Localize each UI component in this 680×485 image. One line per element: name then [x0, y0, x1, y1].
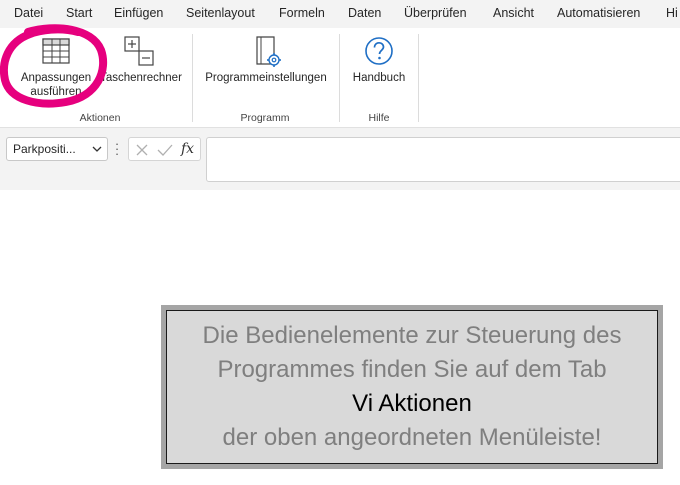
programmeinstellungen-button[interactable]: Programmeinstellungen [198, 34, 334, 94]
menu-formeln[interactable]: Formeln [279, 6, 325, 20]
name-box-value: Parkpositi... [13, 142, 76, 156]
group-separator [339, 34, 340, 122]
message-line-3: Vi Aktionen [352, 390, 472, 417]
help-question-icon [365, 37, 393, 65]
settings-document-icon [256, 36, 281, 67]
message-line-4: der oben angeordneten Menüleiste! [222, 424, 602, 451]
menu-start[interactable]: Start [66, 6, 92, 20]
menu-einfuegen[interactable]: Einfügen [114, 6, 163, 20]
menu-hilfe-partial[interactable]: Hi [666, 6, 678, 20]
chevron-down-icon [92, 146, 102, 152]
formula-input[interactable] [206, 137, 680, 182]
check-icon[interactable] [157, 143, 173, 157]
group-label-aktionen: Aktionen [79, 112, 121, 124]
calculator-icon [124, 36, 154, 66]
group-label-programm: Programm [240, 112, 290, 124]
fx-icon[interactable]: fx [181, 141, 194, 157]
menu-ansicht[interactable]: Ansicht [493, 6, 534, 20]
menu-seitenlayout[interactable]: Seitenlayout [186, 6, 255, 20]
message-line-1: Die Bedienelemente zur Steuerung des [202, 322, 622, 349]
taschenrechner-button[interactable]: Taschenrechner [96, 34, 186, 94]
menu-automatisieren[interactable]: Automatisieren [557, 6, 640, 20]
group-label-hilfe: Hilfe [368, 112, 390, 124]
message-box: Die Bedienelemente zur Steuerung des Pro… [166, 310, 658, 464]
handbuch-button[interactable]: Handbuch [346, 34, 412, 94]
group-separator [418, 34, 419, 122]
cancel-icon[interactable] [135, 143, 149, 157]
taschenrechner-label: Taschenrechner [100, 72, 182, 84]
menu-datei[interactable]: Datei [14, 6, 43, 20]
handbuch-label: Handbuch [352, 72, 406, 84]
programmeinstellungen-label: Programmeinstellungen [205, 72, 327, 84]
group-separator [192, 34, 193, 122]
more-options-icon[interactable]: · · · [114, 137, 120, 160]
formula-buttons: fx [128, 137, 201, 161]
message-line-2: Programmes finden Sie auf dem Tab [217, 356, 607, 383]
name-box[interactable]: Parkpositi... [6, 137, 108, 161]
menu-daten[interactable]: Daten [348, 6, 381, 20]
menu-ueberpruefen[interactable]: Überprüfen [404, 6, 467, 20]
highlight-circle [0, 24, 108, 108]
